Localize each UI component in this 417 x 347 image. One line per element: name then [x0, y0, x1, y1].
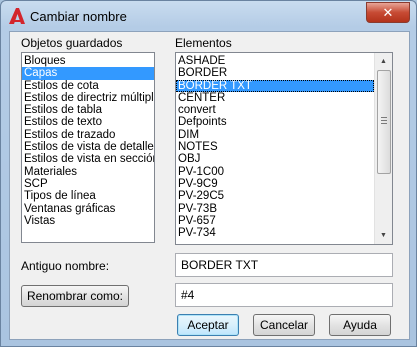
list-item[interactable]: PV-29C5 [176, 190, 374, 202]
list-item[interactable]: Estilos de directriz múltiple [22, 92, 154, 104]
saved-objects-list[interactable]: Bloques Capas Estilos de cota Estilos de di… [21, 52, 155, 243]
old-name-field: BORDER TXT [175, 253, 393, 277]
window-title: Cambiar nombre [30, 9, 127, 24]
list-item[interactable]: Estilos de cota [22, 80, 154, 92]
close-button[interactable]: ✕ [366, 2, 410, 23]
list-item[interactable]: PV-73B [176, 203, 374, 215]
list-item[interactable]: PV-657 [176, 215, 374, 227]
autocad-a-icon [9, 8, 25, 24]
list-item[interactable]: Estilos de vista de detalle [22, 141, 154, 153]
new-name-input[interactable]: #4 [175, 283, 393, 307]
list-item[interactable]: Materiales [22, 166, 154, 178]
cancel-button[interactable]: Cancelar [253, 314, 315, 336]
list-item[interactable]: Defpoints [176, 116, 374, 128]
close-icon: ✕ [382, 4, 394, 20]
list-item[interactable]: BORDER TXT [176, 79, 374, 92]
list-item[interactable]: Estilos de trazado [22, 129, 154, 141]
help-button[interactable]: Ayuda [329, 314, 391, 336]
title-bar[interactable]: Cambiar nombre ✕ [1, 1, 416, 31]
scroll-down-arrow-icon[interactable]: ▼ [375, 227, 392, 244]
saved-objects-label: Objetos guardados [21, 36, 123, 50]
list-item[interactable]: NOTES [176, 141, 374, 153]
list-item[interactable]: convert [176, 104, 374, 116]
list-item[interactable]: OBJ [176, 153, 374, 165]
list-item[interactable]: PV-1C00 [176, 166, 374, 178]
list-item[interactable]: DIM [176, 129, 374, 141]
list-item[interactable]: PV-9C9 [176, 178, 374, 190]
list-item[interactable]: ASHADE [176, 55, 374, 67]
elements-label: Elementos [175, 36, 232, 50]
list-item[interactable]: CENTER [176, 92, 374, 104]
list-item[interactable]: Ventanas gráficas [22, 203, 154, 215]
list-item[interactable]: SCP [22, 178, 154, 190]
scroll-up-arrow-icon[interactable]: ▲ [375, 53, 392, 70]
list-item[interactable]: BORDER [176, 67, 374, 79]
list-item[interactable]: Estilos de tabla [22, 104, 154, 116]
list-item[interactable]: Tipos de línea [22, 190, 154, 202]
list-item[interactable]: Estilos de vista en sección [22, 153, 154, 165]
list-item[interactable]: PV-734 [176, 227, 374, 239]
rename-to-button[interactable]: Renombrar como: [21, 285, 129, 307]
list-item[interactable]: Bloques [22, 55, 154, 67]
old-name-label: Antiguo nombre: [21, 259, 110, 273]
scrollbar-thumb[interactable] [377, 70, 391, 174]
accept-button[interactable]: Aceptar [177, 314, 239, 336]
list-item[interactable]: Vistas [22, 215, 154, 227]
dialog-body: Objetos guardados Bloques Capas Estilos de… [9, 31, 410, 340]
list-item[interactable]: Estilos de texto [22, 116, 154, 128]
elements-list[interactable]: ASHADE BORDER BORDER TXT CENTER convert Defpo… [175, 52, 393, 245]
list-item[interactable]: Capas [22, 67, 154, 80]
dialog-window: Cambiar nombre ✕ Objetos guardados Bloqu… [0, 0, 417, 347]
elements-scrollbar[interactable]: ▲ ▼ [374, 53, 392, 244]
